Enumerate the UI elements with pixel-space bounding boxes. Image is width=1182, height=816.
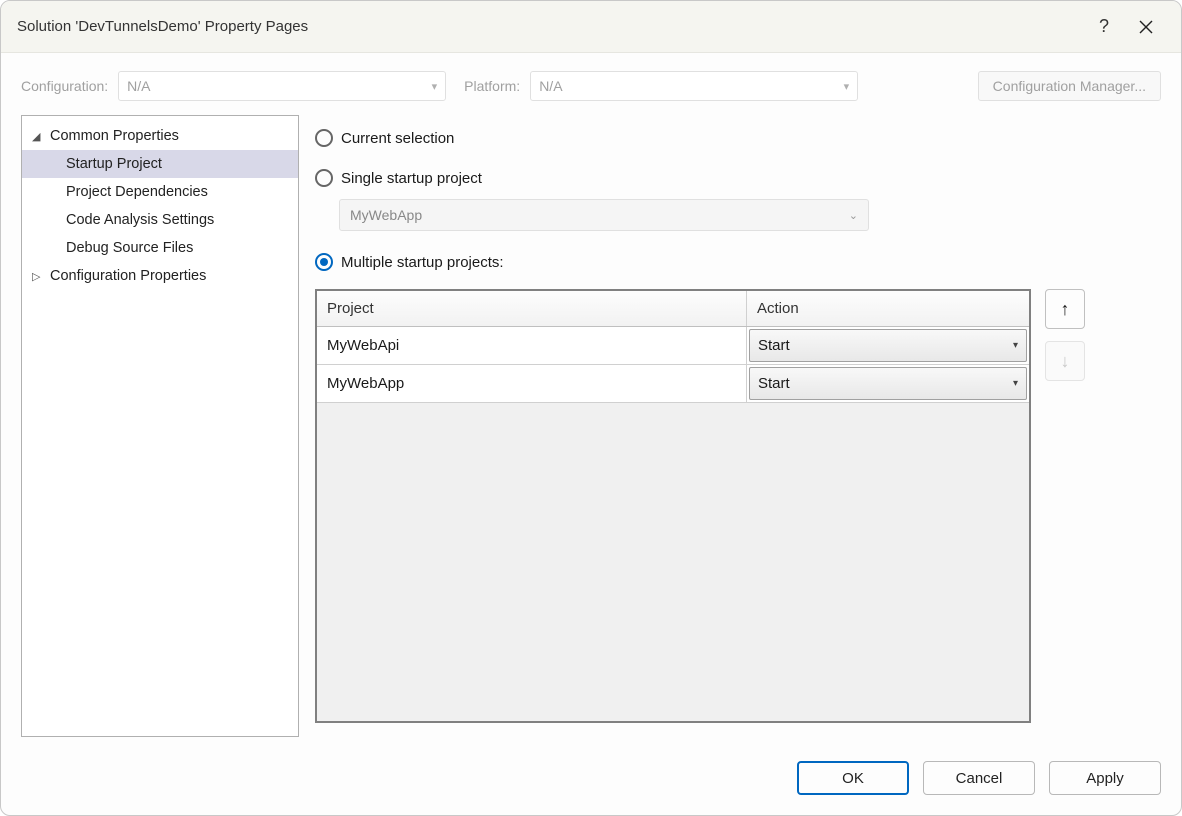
- tree-node-configuration-properties[interactable]: ▷ Configuration Properties: [22, 262, 298, 290]
- radio-label: Multiple startup projects:: [341, 254, 504, 271]
- move-up-button[interactable]: ↑: [1045, 289, 1085, 329]
- configuration-manager-button[interactable]: Configuration Manager...: [978, 71, 1161, 101]
- reorder-buttons: ↑ ↓: [1045, 289, 1085, 723]
- platform-value: N/A: [539, 78, 562, 94]
- platform-dropdown[interactable]: N/A ▾: [530, 71, 858, 101]
- tree-label: Debug Source Files: [66, 240, 193, 256]
- single-startup-value: MyWebApp: [350, 207, 422, 223]
- property-pages-dialog: Solution 'DevTunnelsDemo' Property Pages…: [0, 0, 1182, 816]
- radio-icon: [315, 129, 333, 147]
- table-row[interactable]: MyWebApi Start ▾: [317, 327, 1029, 365]
- chevron-down-icon: ⌄: [849, 209, 858, 222]
- move-down-button[interactable]: ↓: [1045, 341, 1085, 381]
- radio-icon: [315, 253, 333, 271]
- tree-node-debug-source-files[interactable]: Debug Source Files: [22, 234, 298, 262]
- tree-label: Common Properties: [50, 128, 179, 144]
- action-value: Start: [758, 375, 790, 392]
- dialog-footer: OK Cancel Apply: [1, 747, 1181, 815]
- close-icon: [1139, 20, 1153, 34]
- platform-label: Platform:: [464, 78, 520, 94]
- tree-node-common-properties[interactable]: ◢ Common Properties: [22, 122, 298, 150]
- tree-node-project-dependencies[interactable]: Project Dependencies: [22, 178, 298, 206]
- help-button[interactable]: ?: [1085, 8, 1123, 46]
- tree-label: Project Dependencies: [66, 184, 208, 200]
- startup-projects-grid[interactable]: Project Action MyWebApi Start ▾: [315, 289, 1031, 723]
- action-dropdown[interactable]: Start ▾: [749, 329, 1027, 362]
- ok-button[interactable]: OK: [797, 761, 909, 795]
- action-dropdown[interactable]: Start ▾: [749, 367, 1027, 400]
- action-value: Start: [758, 337, 790, 354]
- close-button[interactable]: [1127, 8, 1165, 46]
- cell-project-name: MyWebApp: [317, 365, 747, 402]
- startup-project-panel: Current selection Single startup project…: [315, 115, 1161, 737]
- column-header-action[interactable]: Action: [747, 291, 1029, 326]
- property-tree[interactable]: ◢ Common Properties Startup Project Proj…: [21, 115, 299, 737]
- configuration-row: Configuration: N/A ▾ Platform: N/A ▾ Con…: [1, 53, 1181, 115]
- chevron-down-icon: ▾: [1013, 340, 1018, 351]
- tree-label: Code Analysis Settings: [66, 212, 214, 228]
- radio-label: Single startup project: [341, 170, 482, 187]
- grid-header: Project Action: [317, 291, 1029, 327]
- cell-project-name: MyWebApi: [317, 327, 747, 364]
- configuration-dropdown[interactable]: N/A ▾: [118, 71, 446, 101]
- main-area: ◢ Common Properties Startup Project Proj…: [1, 115, 1181, 747]
- collapse-icon: ◢: [32, 130, 46, 143]
- expand-icon: ▷: [32, 270, 46, 283]
- tree-label: Startup Project: [66, 156, 162, 172]
- configuration-value: N/A: [127, 78, 150, 94]
- table-row[interactable]: MyWebApp Start ▾: [317, 365, 1029, 403]
- arrow-down-icon: ↓: [1061, 351, 1070, 372]
- tree-node-code-analysis-settings[interactable]: Code Analysis Settings: [22, 206, 298, 234]
- tree-label: Configuration Properties: [50, 268, 206, 284]
- chevron-down-icon: ▾: [432, 80, 438, 93]
- column-header-project[interactable]: Project: [317, 291, 747, 326]
- tree-node-startup-project[interactable]: Startup Project: [22, 150, 298, 178]
- apply-button[interactable]: Apply: [1049, 761, 1161, 795]
- chevron-down-icon: ▾: [844, 80, 850, 93]
- radio-icon: [315, 169, 333, 187]
- radio-current-selection[interactable]: Current selection: [315, 121, 1161, 155]
- configuration-label: Configuration:: [21, 78, 108, 94]
- radio-multiple-startup[interactable]: Multiple startup projects:: [315, 245, 1161, 279]
- radio-single-startup[interactable]: Single startup project: [315, 161, 1161, 195]
- window-title: Solution 'DevTunnelsDemo' Property Pages: [17, 18, 1081, 35]
- single-startup-dropdown[interactable]: MyWebApp ⌄: [339, 199, 869, 231]
- cancel-button[interactable]: Cancel: [923, 761, 1035, 795]
- chevron-down-icon: ▾: [1013, 378, 1018, 389]
- titlebar: Solution 'DevTunnelsDemo' Property Pages…: [1, 1, 1181, 53]
- arrow-up-icon: ↑: [1061, 299, 1070, 320]
- radio-label: Current selection: [341, 130, 454, 147]
